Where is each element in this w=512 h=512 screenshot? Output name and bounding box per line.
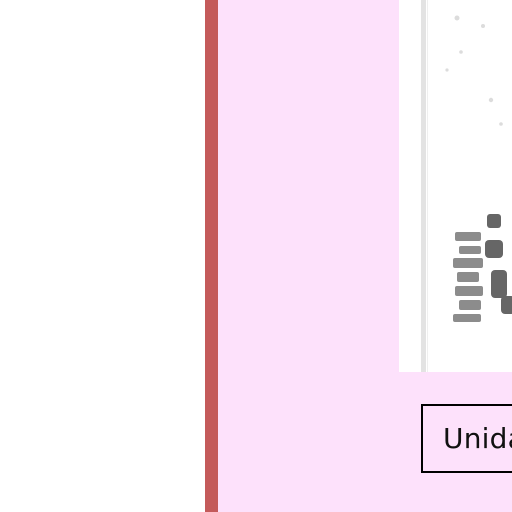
unit-label-text: Unida <box>443 422 512 455</box>
screen-viewport: Unida <box>0 0 512 512</box>
unit-label-box: Unida <box>421 404 512 473</box>
accent-bar <box>205 0 218 512</box>
blank-region <box>0 0 205 512</box>
document-thumbnail-icon[interactable] <box>399 0 512 372</box>
content-panel: Unida <box>218 0 512 512</box>
thumbnail-artwork <box>445 15 512 322</box>
